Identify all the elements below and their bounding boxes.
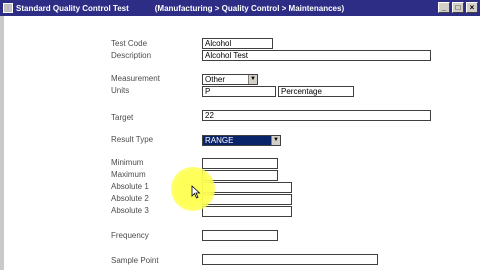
close-button[interactable]: × (466, 2, 478, 13)
target-input[interactable]: 22 (202, 110, 431, 121)
maximum-input[interactable] (202, 170, 278, 181)
absolute-2-label: Absolute 2 (111, 194, 149, 203)
description-label: Description (111, 51, 152, 60)
result-type-select[interactable]: RANGE ▼ (202, 135, 281, 146)
test-code-input[interactable]: Alcohol (202, 38, 273, 49)
minimum-input[interactable] (202, 158, 278, 169)
measurement-label: Measurement (111, 74, 160, 83)
window-title: Standard Quality Control Test (16, 3, 129, 13)
measurement-select[interactable]: Other ▼ (202, 74, 258, 85)
units-code-input[interactable]: P (202, 86, 276, 97)
target-label: Target (111, 113, 134, 122)
description-input[interactable]: Alcohol Test (202, 50, 431, 61)
frequency-input[interactable] (202, 230, 278, 241)
units-name-field: Percentage (278, 86, 354, 97)
chevron-down-icon[interactable]: ▼ (248, 75, 257, 84)
test-code-label: Test Code (111, 39, 148, 48)
minimum-label: Minimum (111, 158, 144, 167)
minimize-button[interactable]: _ (438, 2, 450, 13)
maximum-label: Maximum (111, 170, 146, 179)
absolute-1-label: Absolute 1 (111, 182, 149, 191)
result-type-value: RANGE (205, 136, 234, 145)
result-type-label: Result Type (111, 135, 154, 144)
units-label: Units (111, 86, 130, 95)
measurement-value: Other (205, 75, 226, 84)
absolute-3-label: Absolute 3 (111, 206, 149, 215)
mouse-pointer-icon (191, 185, 201, 199)
absolute-1-input[interactable] (202, 182, 292, 193)
sample-point-label: Sample Point (111, 256, 159, 265)
frequency-label: Frequency (111, 231, 149, 240)
sample-point-input[interactable] (202, 254, 378, 265)
window-icon[interactable] (3, 3, 13, 13)
chevron-down-icon[interactable]: ▼ (271, 136, 280, 145)
absolute-3-input[interactable] (202, 206, 292, 217)
absolute-2-input[interactable] (202, 194, 292, 205)
window-controls: _ □ × (438, 2, 478, 13)
left-border (0, 16, 4, 270)
breadcrumb: (Manufacturing > Quality Control > Maint… (154, 3, 345, 13)
app-window: Standard Quality Control Test (Manufactu… (0, 0, 480, 270)
maximize-button[interactable]: □ (452, 2, 464, 13)
title-bar: Standard Quality Control Test (Manufactu… (0, 0, 480, 16)
